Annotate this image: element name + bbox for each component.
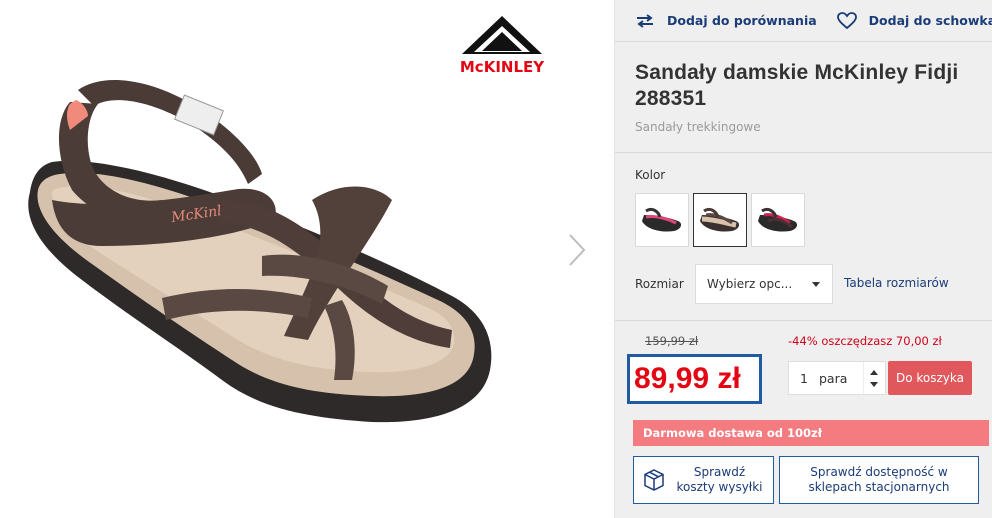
quantity-value[interactable]: 1 xyxy=(789,371,819,386)
color-swatches xyxy=(635,193,805,247)
product-image-sandal[interactable]: McKinley xyxy=(12,50,512,430)
package-box-icon xyxy=(643,469,664,491)
quantity-unit: para xyxy=(819,370,848,386)
heart-icon xyxy=(836,11,857,29)
product-info-panel: Dodaj do porównania Dodaj do schowka San… xyxy=(614,0,992,518)
add-to-compare-button[interactable]: Dodaj do porównania xyxy=(635,13,817,28)
current-price: 89,99 zł xyxy=(634,362,741,395)
product-title: Sandały damskie McKinley Fidji 288351 xyxy=(635,61,959,110)
check-shipping-cost-button[interactable]: Sprawdź koszty wysyłki xyxy=(633,456,774,504)
divider xyxy=(615,320,992,321)
color-swatch-brown-beige[interactable] xyxy=(693,193,747,247)
product-category[interactable]: Sandały trekkingowe xyxy=(635,120,761,134)
discount-text: -44% oszczędzasz 70,00 zł xyxy=(788,334,942,348)
add-to-compare-label: Dodaj do porównania xyxy=(667,13,817,28)
price-box: 89,99 zł xyxy=(627,354,762,404)
size-select[interactable]: Wybierz opc... xyxy=(695,264,833,304)
divider xyxy=(615,152,992,153)
add-to-cart-button[interactable]: Do koszyka xyxy=(888,361,972,395)
color-swatch-dark-pink[interactable] xyxy=(751,193,805,247)
next-image-arrow-icon[interactable] xyxy=(564,232,588,268)
free-shipping-banner: Darmowa dostawa od 100zł xyxy=(633,420,989,446)
product-gallery: McKINLEY McKinley xyxy=(0,0,614,518)
check-store-availability-label: Sprawdź dostępność w sklepach stacjonarn… xyxy=(808,465,950,494)
decrement-arrow-icon[interactable] xyxy=(870,382,878,387)
add-to-wishlist-label: Dodaj do schowka xyxy=(868,13,992,28)
check-shipping-cost-label: Sprawdź koszty wysyłki xyxy=(676,465,763,494)
quantity-stepper[interactable]: 1 para xyxy=(788,361,886,395)
compare-arrows-icon xyxy=(637,13,653,28)
chevron-down-icon xyxy=(812,282,820,287)
check-store-availability-button[interactable]: Sprawdź dostępność w sklepach stacjonarn… xyxy=(779,456,979,504)
increment-arrow-icon[interactable] xyxy=(870,370,878,375)
size-select-value: Wybierz opc... xyxy=(707,277,793,291)
size-table-link[interactable]: Tabela rozmiarów xyxy=(844,276,949,290)
size-label: Rozmiar xyxy=(635,277,684,291)
color-label: Kolor xyxy=(635,168,666,182)
color-swatch-black-pink[interactable] xyxy=(635,193,689,247)
action-bar: Dodaj do porównania Dodaj do schowka xyxy=(615,0,992,42)
old-price: 159,99 zł xyxy=(645,334,699,348)
quantity-steppers xyxy=(863,362,885,394)
add-to-wishlist-button[interactable]: Dodaj do schowka xyxy=(836,11,992,30)
